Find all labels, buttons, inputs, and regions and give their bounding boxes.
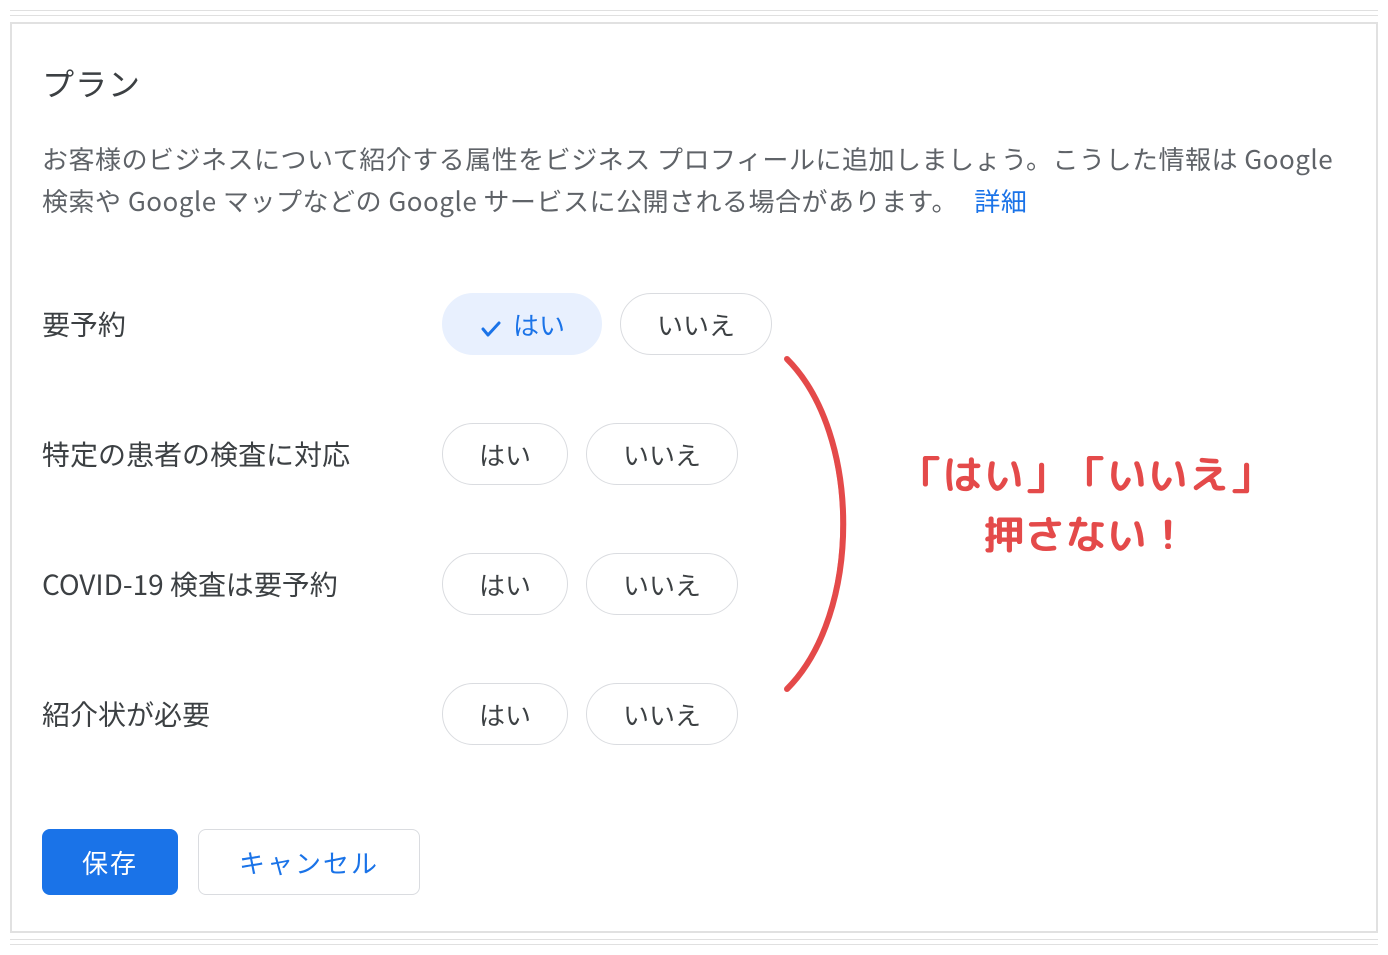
yes-button[interactable]: はい bbox=[442, 423, 568, 485]
yes-label: はい bbox=[479, 566, 531, 603]
section-title: プラン bbox=[42, 60, 1346, 106]
row-label: COVID-19 検査は要予約 bbox=[42, 564, 442, 604]
yes-button[interactable]: はい bbox=[442, 553, 568, 615]
no-button[interactable]: いいえ bbox=[620, 293, 772, 355]
yes-label: はい bbox=[513, 306, 565, 343]
no-label: いいえ bbox=[623, 566, 701, 603]
choice-group: はい いいえ bbox=[442, 423, 738, 485]
row-specific-patient-testing: 特定の患者の検査に対応 はい いいえ bbox=[42, 423, 1346, 485]
check-icon bbox=[479, 312, 503, 336]
row-referral-required: 紹介状が必要 はい いいえ bbox=[42, 683, 1346, 745]
no-label: いいえ bbox=[657, 306, 735, 343]
cancel-button[interactable]: キャンセル bbox=[198, 829, 420, 895]
save-button[interactable]: 保存 bbox=[42, 829, 178, 895]
top-border-decoration bbox=[10, 10, 1378, 16]
choice-group: はい いいえ bbox=[442, 293, 772, 355]
no-label: いいえ bbox=[623, 696, 701, 733]
yes-button[interactable]: はい bbox=[442, 683, 568, 745]
no-button[interactable]: いいえ bbox=[586, 683, 738, 745]
description-text: お客様のビジネスについて紹介する属性をビジネス プロフィールに追加しましょう。こ… bbox=[42, 140, 1333, 219]
row-covid19-reservation: COVID-19 検査は要予約 はい いいえ bbox=[42, 553, 1346, 615]
section-description: お客様のビジネスについて紹介する属性をビジネス プロフィールに追加しましょう。こ… bbox=[42, 138, 1346, 221]
row-reservation-required: 要予約 はい いいえ bbox=[42, 293, 1346, 355]
no-label: いいえ bbox=[623, 436, 701, 473]
choice-group: はい いいえ bbox=[442, 553, 738, 615]
bottom-border-decoration bbox=[10, 939, 1378, 945]
row-label: 要予約 bbox=[42, 304, 442, 344]
attribute-rows: 要予約 はい いいえ 特定の患者の検査に対応 はい bbox=[42, 293, 1346, 745]
footer-buttons: 保存 キャンセル bbox=[42, 829, 1346, 895]
yes-label: はい bbox=[479, 436, 531, 473]
choice-group: はい いいえ bbox=[442, 683, 738, 745]
yes-label: はい bbox=[479, 696, 531, 733]
row-label: 特定の患者の検査に対応 bbox=[42, 434, 442, 474]
details-link[interactable]: 詳細 bbox=[974, 182, 1027, 219]
plan-panel: プラン お客様のビジネスについて紹介する属性をビジネス プロフィールに追加しまし… bbox=[10, 22, 1378, 933]
no-button[interactable]: いいえ bbox=[586, 423, 738, 485]
row-label: 紹介状が必要 bbox=[42, 694, 442, 734]
yes-button[interactable]: はい bbox=[442, 293, 602, 355]
no-button[interactable]: いいえ bbox=[586, 553, 738, 615]
